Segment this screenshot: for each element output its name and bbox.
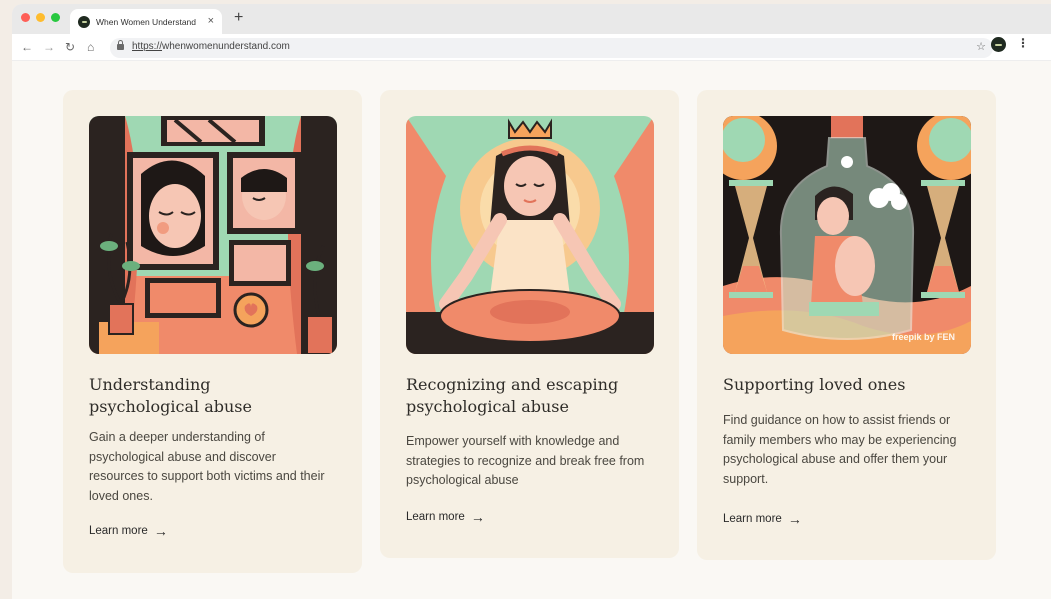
arrow-right-icon: → — [470, 509, 485, 525]
new-tab-button[interactable]: + — [234, 10, 243, 26]
card-illustration-meditation — [406, 116, 654, 354]
card-illustration-bottle: freepik by FEN — [723, 116, 971, 354]
reload-icon[interactable]: ↻ — [65, 39, 75, 55]
bottle-illustration-icon — [723, 116, 971, 354]
meditation-illustration-icon — [406, 116, 654, 354]
image-watermark: freepik by FEN — [891, 332, 955, 342]
bookmark-star-icon[interactable]: ☆ — [976, 40, 986, 53]
card-description: Empower yourself with knowledge and stra… — [406, 434, 645, 487]
learn-more-label: Learn more — [406, 511, 465, 523]
lock-icon — [117, 40, 124, 50]
home-icon[interactable]: ⌂ — [87, 39, 94, 55]
learn-more-link[interactable]: Learn more → — [723, 512, 802, 526]
browser-menu-icon[interactable]: ⋮ — [1017, 35, 1029, 51]
tab-strip: When Women Understand × + — [12, 4, 1051, 34]
arrow-right-icon: → — [787, 511, 802, 527]
forward-arrow-icon[interactable]: → — [43, 39, 55, 55]
card-supporting: freepik by FEN Supporting loved ones Fin… — [697, 90, 996, 560]
tab-close-icon[interactable]: × — [208, 16, 214, 27]
learn-more-label: Learn more — [723, 513, 782, 525]
card-description: Gain a deeper understanding of psycholog… — [89, 430, 325, 503]
mirrors-illustration-icon — [89, 116, 337, 354]
card-title: Recognizing and escaping psychological a… — [406, 375, 619, 416]
back-arrow-icon[interactable]: ← — [21, 39, 33, 55]
arrow-right-icon: → — [153, 523, 168, 539]
learn-more-link[interactable]: Learn more → — [406, 510, 485, 524]
learn-more-link[interactable]: Learn more → — [89, 524, 168, 538]
card-illustration-mirrors — [89, 116, 337, 354]
card-description: Find guidance on how to assist friends o… — [723, 413, 957, 486]
site-favicon-icon — [78, 15, 90, 28]
card-title: Understanding psychological abuse — [89, 375, 252, 416]
browser-toolbar: ← → ↻ ⌂ https://whenwomenunderstand.com … — [12, 34, 1051, 61]
minimize-window-button[interactable] — [36, 13, 45, 22]
learn-more-label: Learn more — [89, 525, 148, 537]
url-text: https://whenwomenunderstand.com — [132, 41, 290, 52]
tab-title: When Women Understand — [96, 16, 197, 27]
card-recognizing: Recognizing and escaping psychological a… — [380, 90, 679, 558]
maximize-window-button[interactable] — [51, 13, 60, 22]
card-understanding: Understanding psychological abuse Gain a… — [63, 90, 362, 573]
profile-avatar[interactable] — [991, 37, 1006, 52]
address-bar[interactable]: https://whenwomenunderstand.com ☆ — [110, 38, 993, 58]
card-title: Supporting loved ones — [723, 375, 906, 394]
tab-active[interactable]: When Women Understand × — [70, 9, 222, 34]
close-window-button[interactable] — [21, 13, 30, 22]
